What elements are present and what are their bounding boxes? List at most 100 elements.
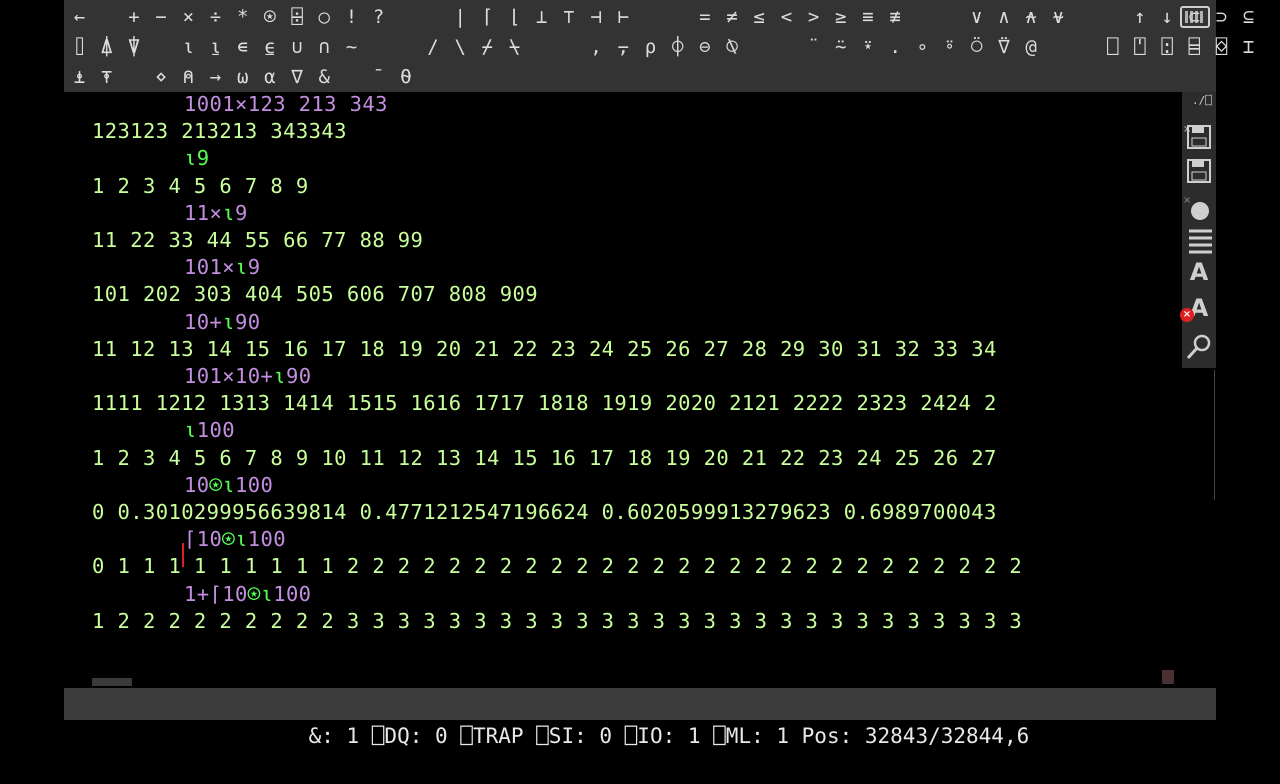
language-bar-symbol[interactable]: ∇ [284,66,311,88]
save-as-icon[interactable]: × [1183,122,1214,152]
language-bar-symbol[interactable]: ⍋ [93,36,120,58]
language-bar-symbol[interactable]: ≤ [746,6,773,28]
language-bar-symbol[interactable]: | [447,6,474,28]
language-bar-symbol[interactable]: ∪ [284,36,311,58]
language-bar-symbol[interactable]: ⌿ [474,36,501,58]
language-bar-symbol[interactable]: ≢ [882,6,909,28]
language-bar-symbol[interactable]: → [202,66,229,88]
language-bar-symbol[interactable]: ÷ [202,6,229,28]
language-bar-symbol[interactable]: ⍢ [990,36,1017,58]
language-bar-symbol[interactable]: ⊆ [1235,6,1262,28]
language-bar-symbol[interactable]: ⍞ [1126,36,1153,58]
language-bar-symbol[interactable]: ∩ [311,36,338,58]
language-bar-symbol[interactable]: ⍀ [501,36,528,58]
language-bar-symbol[interactable]: & [311,66,338,88]
language-bar-symbol[interactable]: / [419,36,446,58]
language-bar-symbol[interactable]: ⍸ [202,36,229,58]
language-bar-symbol[interactable]: ⍳ [175,36,202,58]
language-bar-symbol[interactable]: ○ [311,6,338,28]
language-bar-symbol[interactable]: ⌽ [664,36,691,58]
language-bar-symbol[interactable]: ≠ [719,6,746,28]
language-bar-symbol[interactable]: ⌊ [501,6,528,28]
input-token: ⍟⍳ [222,527,248,552]
language-bar-symbol[interactable]: + [120,6,147,28]
language-bar-symbol[interactable]: ⌶ [1235,36,1262,58]
language-bar-symbol[interactable]: ⌸ [1181,36,1208,58]
language-bar-symbol[interactable]: ⊖ [691,36,718,58]
language-bar-symbol[interactable]: ⍨ [827,36,854,58]
language-bar-symbol[interactable]: ⍕ [93,66,120,88]
language-bar-symbol[interactable]: ⌷ [66,36,93,58]
language-bar-symbol[interactable]: ⌹ [284,6,311,28]
input-token: 1001×123 213 343 [184,92,388,116]
record-icon[interactable]: × [1183,195,1214,225]
language-bar-symbol[interactable]: ⍬ [392,66,419,88]
language-bar-symbol[interactable]: − [148,6,175,28]
language-bar-symbol[interactable]: ⍪ [610,36,637,58]
language-bar-symbol[interactable]: ⌺ [1208,36,1235,58]
language-bar-spacer [746,36,773,58]
language-bar-symbol[interactable]: ⍷ [256,36,283,58]
language-bar-symbol[interactable]: ⋄ [148,66,175,88]
language-bar-symbol[interactable]: ? [365,6,392,28]
language-bar-symbol[interactable]: ⊃ [1208,6,1235,28]
language-bar-symbol[interactable]: ⍉ [719,36,746,58]
keyboard-icon[interactable] [1180,6,1210,28]
language-bar-symbol[interactable]: ⊥ [528,6,555,28]
language-bar-symbol[interactable]: ⍥ [963,36,990,58]
language-bar-symbol[interactable]: ↓ [1154,6,1181,28]
language-bar-symbol[interactable]: ⍵ [229,66,256,88]
language-bar-symbol[interactable]: * [229,6,256,28]
language-bar-symbol[interactable]: ⎕ [1099,36,1126,58]
language-bar-row-3: ⍎ ⍕ ⋄ ⍝ → ⍵ ⍺ ∇ & ¯ ⍬ [66,62,419,92]
save-icon[interactable] [1184,156,1214,186]
language-bar-symbol[interactable]: ↑ [1126,6,1153,28]
language-bar-symbol[interactable]: ∊ [229,36,256,58]
language-bar-symbol[interactable]: ⍲ [1018,6,1045,28]
language-bar-symbol[interactable]: ≡ [854,6,881,28]
output-line: 101 202 303 404 505 606 707 808 909 [92,282,538,307]
language-bar-symbol[interactable]: = [691,6,718,28]
language-bar-symbol[interactable]: ⍒ [120,36,147,58]
language-bar-spacer [637,6,664,28]
language-bar-symbol[interactable]: ⍤ [936,36,963,58]
language-bar-symbol[interactable]: × [175,6,202,28]
language-bar-symbol[interactable]: ⍱ [1045,6,1072,28]
language-bar-symbol[interactable]: ⌈ [474,6,501,28]
language-bar-symbol[interactable]: ⊤ [555,6,582,28]
language-bar-symbol[interactable]: < [773,6,800,28]
language-bar-symbol[interactable]: . [882,36,909,58]
language-bar-symbol[interactable]: ⍟ [256,6,283,28]
language-bar-symbol[interactable]: ⊢ [610,6,637,28]
font-reset-icon[interactable]: A × [1180,294,1214,324]
search-icon[interactable] [1184,332,1214,362]
language-bar-symbol[interactable]: @ [1018,36,1045,58]
language-bar-symbol[interactable]: ¨ [800,36,827,58]
language-bar-symbol[interactable]: ∘ [909,36,936,58]
language-bar-symbol[interactable]: \ [447,36,474,58]
horizontal-scrollbar[interactable] [64,670,1174,688]
language-bar-symbol[interactable]: ← [66,6,93,28]
language-bar-symbol[interactable]: > [800,6,827,28]
language-bar-symbol[interactable]: ¯ [365,66,392,88]
language-bar-symbol[interactable]: ⍎ [66,66,93,88]
language-bar-spacer [338,66,365,88]
language-bar-symbol[interactable]: ⍣ [854,36,881,58]
scrollbar-thumb[interactable] [92,678,132,686]
line-numbers-icon[interactable] [1184,225,1214,255]
language-bar-symbol[interactable]: , [583,36,610,58]
language-bar-symbol[interactable]: ∨ [963,6,990,28]
font-icon[interactable]: A [1184,258,1214,288]
language-bar-symbol[interactable]: ~ [338,36,365,58]
language-bar-symbol[interactable]: ! [338,6,365,28]
language-bar-symbol[interactable]: ⍠ [1154,36,1181,58]
language-bar-symbol[interactable]: ⍺ [256,66,283,88]
session-log[interactable]: 1001×123 213 343 123123 213213 343343 ⍳9 1 … [64,92,1174,688]
language-bar-symbol[interactable]: ∧ [990,6,1017,28]
language-bar-symbol[interactable]: ≥ [827,6,854,28]
input-token: 100 [273,581,312,606]
language-bar-symbol[interactable]: ⊣ [583,6,610,28]
output-line: 11 22 33 44 55 66 77 88 99 [92,228,424,252]
language-bar-symbol[interactable]: ⍴ [637,36,664,58]
language-bar-symbol[interactable]: ⍝ [175,66,202,88]
